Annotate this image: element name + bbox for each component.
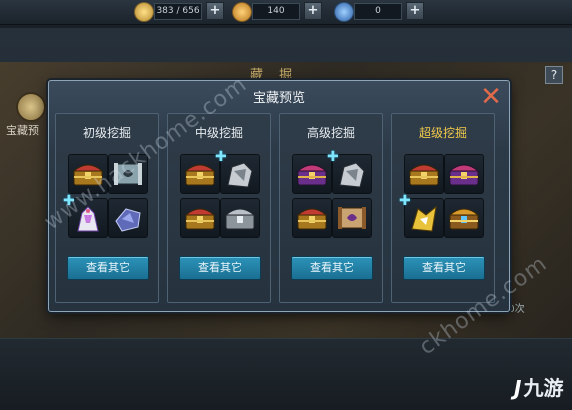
add-gem-button[interactable]: + xyxy=(406,2,424,20)
background-side-label: 宝藏预 xyxy=(6,124,39,137)
tier-title: 高级挖掘 xyxy=(306,126,355,140)
treasure-preview-dialog: 宝藏预览 ✕ 初级挖掘 ✚ 查看其它 中级挖掘 ✚ 查看其它 高级挖掘 ✚ 查看… xyxy=(48,80,510,312)
silver-beast-icon[interactable]: ✚ xyxy=(327,149,372,194)
gold-chest-icon[interactable] xyxy=(180,154,220,194)
add-stamina-button[interactable]: + xyxy=(206,2,224,20)
view-others-button[interactable]: 查看其它 xyxy=(179,256,261,280)
tier-title: 超级挖掘 xyxy=(418,126,467,140)
gold-chest-icon[interactable] xyxy=(404,154,444,194)
add-gold-button[interactable]: + xyxy=(304,2,322,20)
gold-coin-icon xyxy=(232,2,252,22)
blue-gem-icon xyxy=(334,2,354,22)
purple-chest-icon[interactable] xyxy=(444,154,484,194)
site-logo: J 九游 xyxy=(514,372,563,401)
tier-column-super: 超级挖掘 ✚ 查看其它 xyxy=(391,113,495,303)
logo-mark-icon: J xyxy=(514,376,522,400)
tier-column-advanced: 高级挖掘 ✚ 查看其它 xyxy=(279,113,383,303)
resource-value: 140 xyxy=(252,3,300,20)
close-button[interactable]: ✕ xyxy=(479,84,503,110)
dialog-title: 宝藏预览 xyxy=(252,91,305,106)
view-others-button[interactable]: 查看其它 xyxy=(291,256,373,280)
lightning-coin-icon xyxy=(134,2,154,22)
compass-icon[interactable] xyxy=(16,92,46,122)
golden-dragon-icon[interactable]: ✚ xyxy=(399,193,444,238)
resource-value: 0 xyxy=(354,3,402,20)
purple-scroll-icon[interactable] xyxy=(332,198,372,238)
logo-text: 九游 xyxy=(523,376,564,400)
background-lower-panel xyxy=(0,338,572,410)
purple-chest-icon[interactable] xyxy=(292,154,332,194)
view-others-button[interactable]: 查看其它 xyxy=(403,256,485,280)
resource-bar: 383 / 656 + 140 + 0 + xyxy=(0,0,572,25)
golden-chest-icon[interactable] xyxy=(444,198,484,238)
tier-title: 初级挖掘 xyxy=(82,126,131,140)
gold-chest-icon[interactable] xyxy=(292,198,332,238)
purple-crystal-icon[interactable] xyxy=(108,198,148,238)
gold-chest-icon[interactable] xyxy=(180,198,220,238)
resource-value: 383 / 656 xyxy=(154,3,202,20)
silver-chest-icon[interactable] xyxy=(220,198,260,238)
silver-beast-icon[interactable]: ✚ xyxy=(215,149,260,194)
help-button[interactable]: ? xyxy=(545,66,563,84)
view-others-button[interactable]: 查看其它 xyxy=(67,256,149,280)
